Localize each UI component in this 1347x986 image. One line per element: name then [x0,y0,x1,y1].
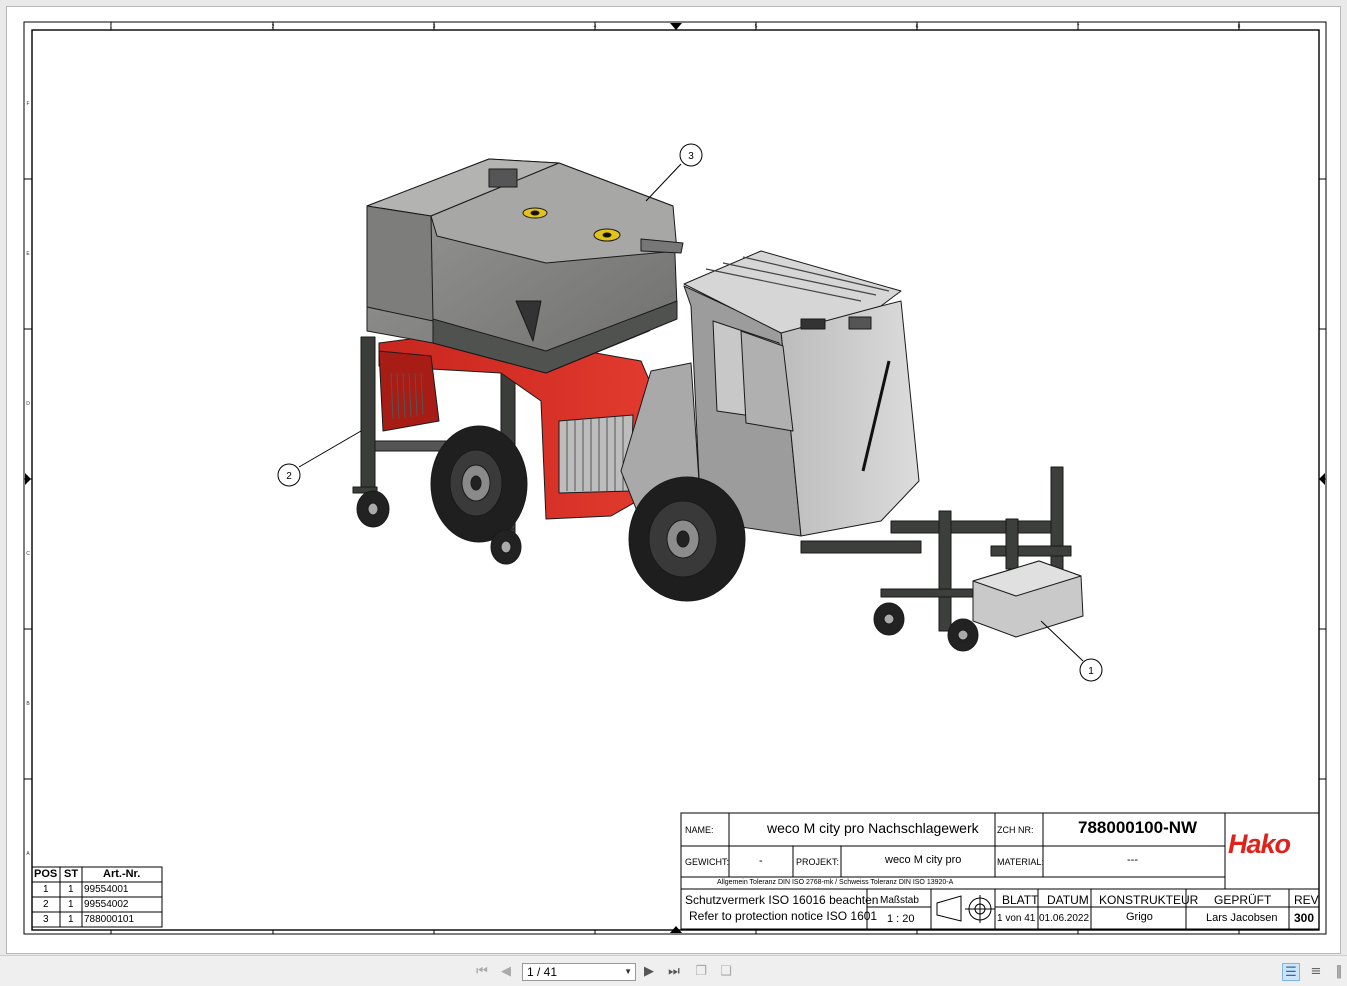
parts-row-pos: 1 [43,884,49,895]
konstrukteur-value: Grigo [1126,911,1153,923]
drawing-number: 788000100-NW [1078,818,1198,837]
chevron-down-icon: ▼ [624,967,632,976]
gewicht-label: GEWICHT: [685,857,729,867]
konstrukteur-label: KONSTRUKTEUR [1099,893,1199,907]
next-page-icon[interactable]: ▶ [641,964,657,980]
parts-row-pos: 2 [43,899,49,910]
protection-notice-de: Schutzvermerk ISO 16016 beachten [685,893,879,907]
grid-row-label: F [26,101,29,107]
drawing-name: weco M city pro Nachschlagewerk [767,820,979,836]
parts-row-st: 1 [68,899,74,910]
grid-col-label: 4 [594,24,597,30]
front-wheel [628,476,746,602]
parts-header-pos: POS [34,868,58,880]
projekt-label: PROJEKT: [796,857,840,867]
prev-page-icon[interactable]: ◀ [498,964,514,980]
datum-label: DATUM [1047,893,1089,907]
copy-icon[interactable]: ❐ [693,964,709,980]
hako-logo: Hako [1228,829,1291,859]
technical-drawing: 1 2 3 4 5 6 7 8 F E D C B A 3 2 1 [23,21,1327,935]
parts-row-st: 1 [68,884,74,895]
paste-icon[interactable]: ❑ [718,964,734,980]
rev-value: 300 [1294,911,1315,925]
last-page-icon[interactable]: ⏭ [666,964,682,980]
grid-col-label: 2 [272,24,275,30]
projection-symbol-icon [936,895,995,923]
gewicht-value: - [759,855,763,867]
blatt-value: 1 von 41 [997,913,1036,924]
rev-label: REV [1294,893,1319,907]
two-page-view-icon[interactable]: ‖ [1330,963,1347,981]
parts-header-art: Art.-Nr. [103,868,141,880]
first-page-icon[interactable]: ⏮ [474,964,490,980]
page-indicator: 1 / 41 [527,965,558,979]
geprueft-value: Lars Jacobsen [1206,912,1278,924]
parts-row-art: 99554001 [84,884,129,895]
grid-col-label: 6 [916,24,919,30]
tolerance-note: Allgemein Toleranz DIN ISO 2768-mk / Sch… [717,879,954,886]
blatt-label: BLATT [1002,893,1039,907]
massstab-label: Maßstab [880,895,919,906]
grid-row-label: D [26,401,30,407]
zch-label: ZCH NR: [997,825,1034,835]
parts-header-st: ST [64,868,79,880]
projekt-value: weco M city pro [885,854,962,866]
callout-label: 1 [1088,666,1094,677]
material-value: --- [1127,854,1138,866]
callout-label: 2 [286,471,292,482]
datum-value: 01.06.2022 [1039,913,1090,924]
parts-row-st: 1 [68,914,74,925]
front-box [972,560,1084,638]
grid-col-label: 8 [1238,24,1241,30]
caster-wheels-front [873,602,979,652]
grid-row-label: E [26,251,30,257]
parts-row-art: 99554002 [84,899,129,910]
parts-row-pos: 3 [43,914,49,925]
rear-wheel [430,425,528,543]
grid-row-label: A [26,851,30,857]
machine-illustration [352,158,1084,652]
single-page-view-icon[interactable]: ☰ [1282,963,1300,981]
grid-col-label: 1 [110,24,113,30]
material-label: MATERIAL: [997,857,1044,867]
grid-row-label: C [26,551,30,557]
parts-row-art: 788000101 [84,914,135,925]
callout-label: 3 [688,151,694,162]
grid-col-label: 3 [433,24,436,30]
grid-row-label: B [26,701,30,707]
continuous-view-icon[interactable]: ≡ [1307,963,1325,981]
page-selector[interactable]: 1 / 41 ▼ [522,963,636,981]
protection-notice-en: Refer to protection notice ISO 1601 [689,909,878,923]
viewer-toolbar: ⏮ ◀ 1 / 41 ▼ ▶ ⏭ ❐ ❑ ☰ ≡ ‖ [0,955,1347,986]
pdf-page: 1 2 3 4 5 6 7 8 F E D C B A 3 2 1 NAME: … [6,6,1341,954]
geprueft-label: GEPRÜFT [1214,893,1272,907]
name-label: NAME: [685,825,714,835]
grid-col-label: 5 [755,24,758,30]
grid-col-label: 7 [1077,24,1080,30]
massstab-value: 1 : 20 [887,913,915,925]
